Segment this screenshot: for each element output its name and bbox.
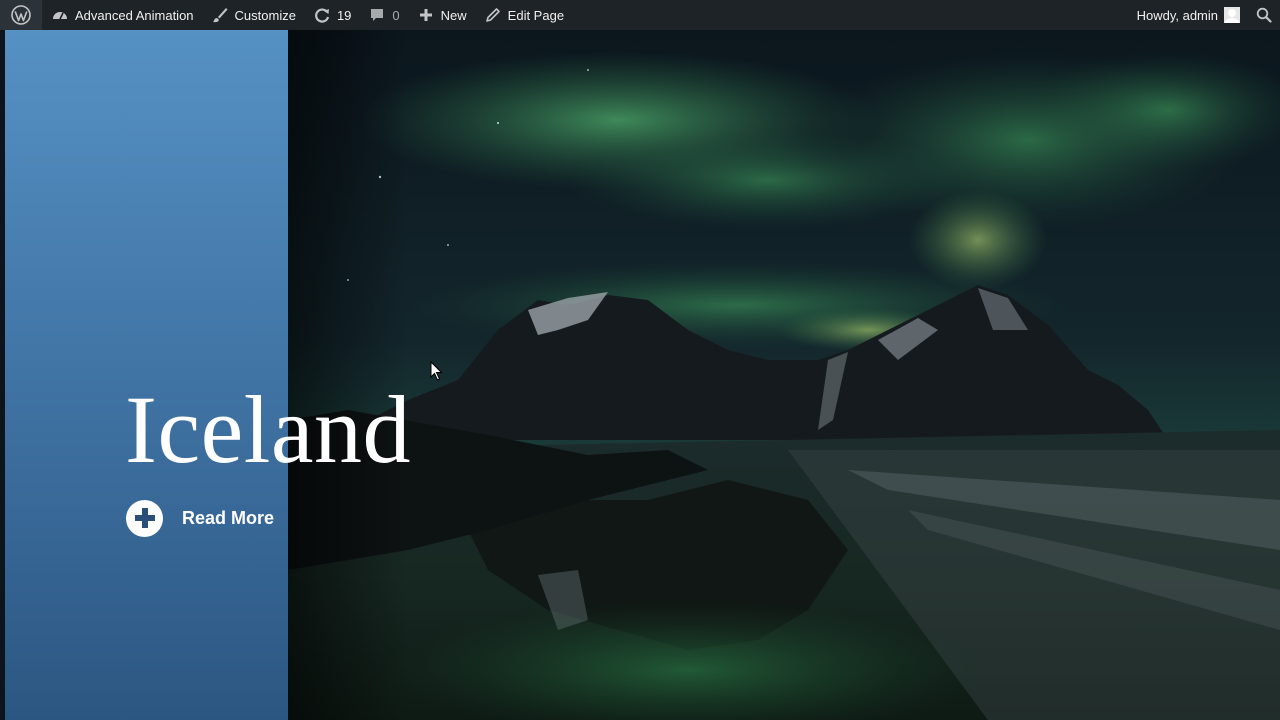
site-name-label: Advanced Animation <box>75 7 194 23</box>
plus-icon <box>416 5 436 25</box>
new-content-menu[interactable]: New <box>408 0 475 30</box>
avatar <box>1224 7 1240 23</box>
hero-title: Iceland <box>125 376 411 483</box>
read-more-label: Read More <box>182 507 275 528</box>
comments-link[interactable]: 0 <box>359 0 407 30</box>
mouse-cursor-icon <box>430 361 443 381</box>
blue-overlay-panel <box>5 30 288 720</box>
hero-section: Iceland Read More <box>0 30 1280 720</box>
customize-link[interactable]: Customize <box>202 0 304 30</box>
customize-label: Customize <box>234 7 296 23</box>
edit-page-link[interactable]: Edit Page <box>475 0 572 30</box>
new-label: New <box>440 7 467 23</box>
plus-circle-icon <box>126 499 163 537</box>
brush-icon <box>210 5 230 25</box>
edit-page-label: Edit Page <box>507 7 565 23</box>
updates-link[interactable]: 19 <box>304 0 359 30</box>
dashboard-icon <box>50 5 70 25</box>
comment-icon <box>367 5 387 25</box>
my-account-menu[interactable]: Howdy, admin <box>1129 0 1248 30</box>
updates-count: 19 <box>336 7 352 23</box>
wp-admin-bar: Advanced Animation Customize 19 0 New Ed… <box>0 0 1280 30</box>
site-name-menu[interactable]: Advanced Animation <box>42 0 202 30</box>
howdy-label: Howdy, admin <box>1136 7 1218 23</box>
search-button[interactable] <box>1248 0 1280 30</box>
search-icon <box>1256 7 1272 23</box>
wordpress-logo-icon <box>11 5 31 25</box>
comments-count: 0 <box>392 7 400 23</box>
read-more-button[interactable]: Read More <box>126 499 274 537</box>
pencil-icon <box>483 5 503 25</box>
updates-icon <box>312 5 332 25</box>
wordpress-menu[interactable] <box>0 0 42 30</box>
